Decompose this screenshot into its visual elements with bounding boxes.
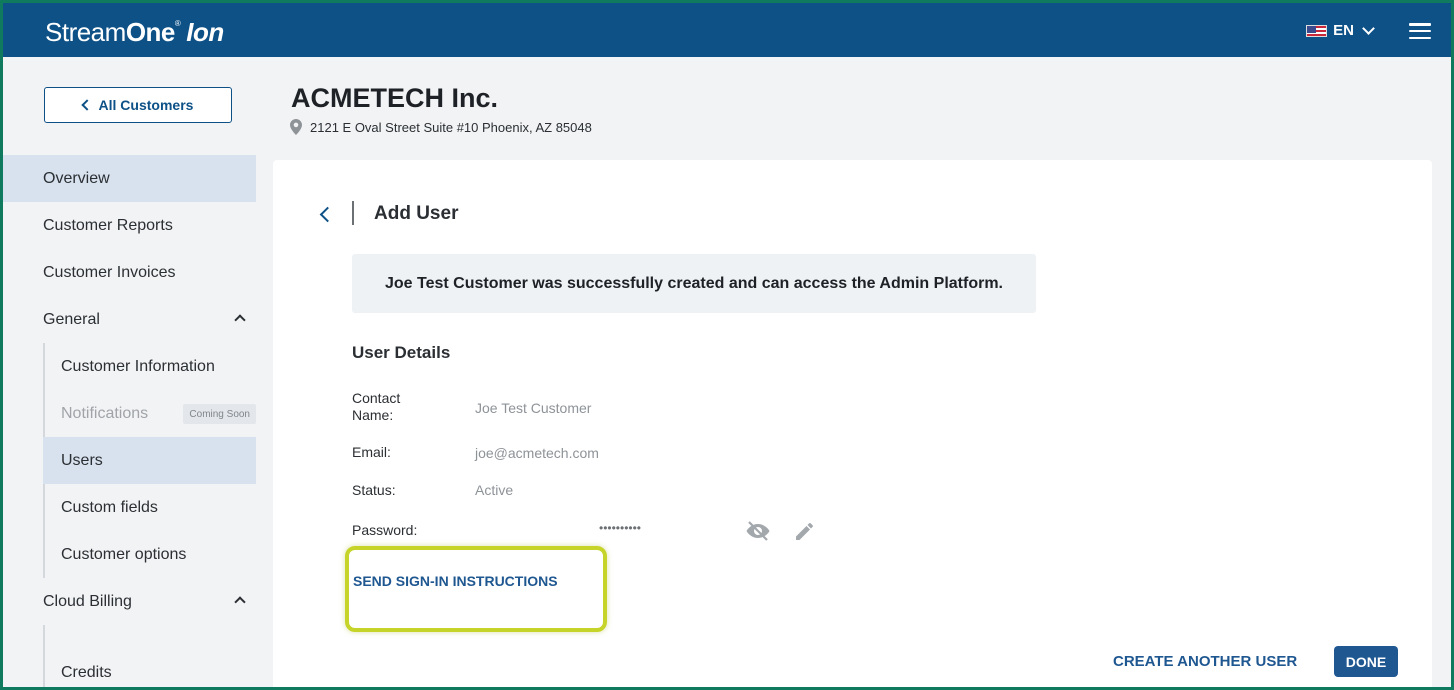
top-bar: StreamOne® Ion EN bbox=[3, 3, 1451, 57]
sidebar-item-overview[interactable]: Overview bbox=[3, 155, 256, 202]
success-message-text: Joe Test Customer was successfully creat… bbox=[384, 274, 1003, 292]
pencil-icon[interactable] bbox=[793, 520, 815, 542]
success-message: Joe Test Customer was successfully creat… bbox=[352, 254, 1036, 313]
password-label: Password: bbox=[352, 522, 418, 538]
sidebar-item-label: Custom fields bbox=[61, 498, 158, 516]
sidebar-item-customer-information[interactable]: Customer Information bbox=[3, 343, 256, 390]
coming-soon-badge: Coming Soon bbox=[183, 404, 256, 424]
logo-one: One bbox=[125, 17, 176, 47]
app-window: StreamOne® Ion EN All Customers Overview … bbox=[3, 3, 1451, 687]
language-selector[interactable]: EN bbox=[1306, 21, 1375, 39]
logo-stream: Stream bbox=[45, 17, 126, 47]
customer-name: ACMETECH Inc. bbox=[291, 83, 499, 113]
sidebar-item-custom-fields[interactable]: Custom fields bbox=[3, 484, 256, 531]
chevron-left-icon bbox=[80, 99, 93, 111]
sidebar-item-label: Notifications bbox=[61, 404, 149, 422]
logo-ion: Ion bbox=[186, 17, 224, 47]
language-label: EN bbox=[1333, 22, 1354, 39]
contact-name-label: Contact Name: bbox=[352, 390, 400, 424]
sidebar-item-label: General bbox=[43, 310, 100, 328]
sidebar-nav: Overview Customer Reports Customer Invoi… bbox=[3, 155, 256, 687]
sidebar-item-users[interactable]: Users bbox=[43, 437, 256, 484]
logo-registered: ® bbox=[174, 19, 181, 28]
done-button[interactable]: DONE bbox=[1334, 646, 1398, 677]
sidebar-item-label: Users bbox=[61, 451, 103, 469]
cloud-billing-subgroup: Credits bbox=[3, 625, 256, 687]
sidebar-item-credits[interactable]: Credits bbox=[3, 649, 256, 687]
status-label: Status: bbox=[352, 482, 396, 498]
contact-label-line-2: Name: bbox=[352, 407, 394, 423]
password-value: •••••••••• bbox=[599, 521, 642, 535]
email-label: Email: bbox=[352, 444, 391, 460]
status-value: Active bbox=[475, 482, 514, 498]
title-divider bbox=[352, 201, 354, 225]
sidebar-item-label: Credits bbox=[61, 663, 112, 681]
sidebar-item-label: Overview bbox=[43, 169, 110, 187]
hamburger-menu-icon[interactable] bbox=[1409, 23, 1431, 39]
sidebar-item-label: Cloud Billing bbox=[43, 592, 132, 610]
general-subgroup: Customer Information Notifications Comin… bbox=[3, 343, 256, 578]
sidebar-item-customer-options[interactable]: Customer options bbox=[3, 531, 256, 578]
chevron-up-icon bbox=[234, 596, 246, 608]
sidebar-item-cloud-billing[interactable]: Cloud Billing bbox=[3, 578, 256, 625]
sidebar-item-label: Customer Reports bbox=[43, 216, 173, 234]
create-another-user-link[interactable]: CREATE ANOTHER USER bbox=[1113, 653, 1297, 670]
streamone-ion-logo[interactable]: StreamOne® Ion bbox=[45, 17, 224, 48]
sidebar-item-general[interactable]: General bbox=[3, 296, 256, 343]
sidebar-item-notifications: Notifications Coming Soon bbox=[3, 390, 256, 437]
customer-address-text: 2121 E Oval Street Suite #10 Phoenix, AZ… bbox=[310, 119, 592, 135]
location-pin-icon bbox=[290, 119, 302, 135]
sidebar-item-customer-reports[interactable]: Customer Reports bbox=[3, 202, 256, 249]
contact-label-line-1: Contact bbox=[352, 390, 401, 406]
send-sign-in-instructions-link[interactable]: SEND SIGN-IN INSTRUCTIONS bbox=[353, 573, 558, 589]
chevron-up-icon bbox=[234, 314, 246, 326]
contact-name-value: Joe Test Customer bbox=[475, 400, 592, 416]
customer-address: 2121 E Oval Street Suite #10 Phoenix, AZ… bbox=[290, 119, 592, 135]
us-flag-icon bbox=[1306, 24, 1328, 37]
sidebar-item-label: Customer options bbox=[61, 545, 187, 563]
eye-off-icon[interactable] bbox=[745, 520, 771, 542]
card-title: Add User bbox=[374, 203, 459, 224]
sidebar-item-label: Customer Invoices bbox=[43, 263, 176, 281]
sidebar-item-label: Customer Information bbox=[61, 357, 215, 375]
highlight-box bbox=[345, 546, 607, 632]
back-arrow-icon[interactable] bbox=[317, 204, 333, 224]
chevron-down-icon bbox=[1362, 21, 1375, 35]
done-button-label: DONE bbox=[1345, 653, 1387, 670]
add-user-card: Add User Joe Test Customer was successfu… bbox=[273, 160, 1432, 687]
sidebar-item-customer-invoices[interactable]: Customer Invoices bbox=[3, 249, 256, 296]
all-customers-label: All Customers bbox=[98, 97, 194, 113]
user-details-title: User Details bbox=[352, 343, 451, 362]
all-customers-button[interactable]: All Customers bbox=[44, 87, 232, 123]
email-value: joe@acmetech.com bbox=[475, 445, 599, 461]
